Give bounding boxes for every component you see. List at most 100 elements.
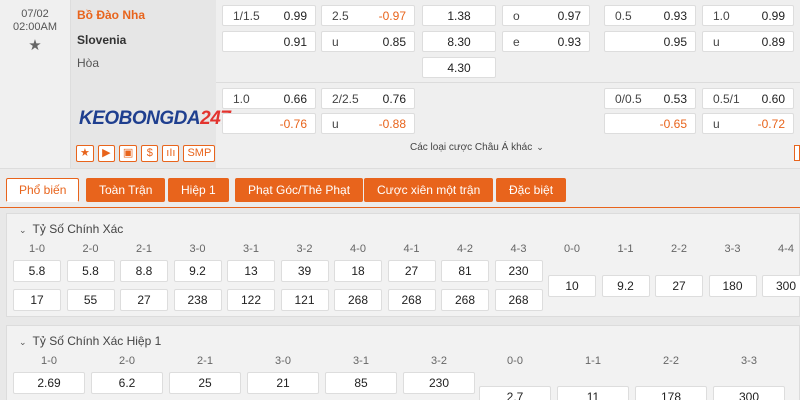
first-half-correct-score-header[interactable]: ⌄ Tỷ Số Chính Xác Hiệp 1 [19, 334, 161, 348]
play-icon[interactable]: ▶ [97, 145, 115, 162]
chevron-down-icon: ⌄ [19, 337, 27, 347]
handicap-home-cell[interactable]: 1/1.5 0.99 [222, 5, 316, 26]
more-asian-bets-toggle[interactable]: Các loại cược Châu Á khác ⌄ [410, 142, 544, 153]
chevron-down-icon: ⌄ [536, 142, 544, 152]
score-label: 1-0 [29, 243, 45, 255]
score-odds-away[interactable]: 268 [494, 289, 543, 311]
alt-handicap-home-cell[interactable]: 1.0 0.66 [222, 88, 316, 109]
score-label: 3-2 [431, 355, 447, 367]
handicap-away-cell[interactable]: 0.91 [222, 31, 316, 52]
alt-under-cell[interactable]: u -0.88 [321, 113, 415, 134]
stats-icon[interactable]: ıIı [162, 145, 180, 162]
away-team-name[interactable]: Slovenia [77, 33, 126, 47]
score-odds-away[interactable]: 121 [280, 289, 329, 311]
score-odds-home[interactable]: 81 [441, 260, 489, 282]
1x2-away-cell[interactable]: 8.30 [422, 31, 496, 52]
score-odds-home[interactable]: 6.2 [91, 372, 163, 394]
dollar-icon[interactable]: $ [141, 145, 159, 162]
score-label: 2-0 [119, 355, 135, 367]
score-odds-away[interactable]: 55 [66, 289, 115, 311]
score-odds-home[interactable]: 9.2 [173, 260, 222, 282]
draw-score-odds[interactable]: 178 [635, 386, 707, 400]
draw-score-odds[interactable]: 300 [762, 275, 800, 297]
draw-score-label: 1-1 [585, 355, 601, 367]
score-label: 3-0 [189, 243, 206, 255]
score-odds-home[interactable]: 230 [403, 372, 475, 394]
first-half-handicap-away-cell[interactable]: 0.95 [604, 31, 696, 52]
score-odds-away[interactable]: 238 [173, 289, 222, 311]
favorite-star-icon[interactable]: ★ [0, 38, 70, 54]
draw-score-odds[interactable]: 300 [713, 386, 785, 400]
edge-button[interactable] [794, 145, 800, 161]
alt-first-half-under-cell[interactable]: u -0.72 [702, 113, 794, 134]
1x2-home-cell[interactable]: 1.38 [422, 5, 496, 26]
chevron-down-icon: ⌄ [19, 225, 27, 235]
star-icon[interactable]: ★ [76, 145, 94, 162]
score-odds-home[interactable]: 21 [247, 372, 319, 394]
draw-score-label: 2-2 [671, 243, 687, 255]
tab-same-game-parlay[interactable]: Cược xiên một trận [364, 178, 494, 202]
score-odds-home[interactable]: 8.8 [120, 260, 168, 282]
tv-icon[interactable]: ▣ [118, 145, 138, 162]
match-date: 07/02 [21, 8, 49, 20]
even-cell[interactable]: e 0.93 [502, 31, 590, 52]
draw-score-odds[interactable]: 180 [708, 275, 757, 297]
score-label: 4-0 [350, 243, 366, 255]
over-under-over-cell[interactable]: 2.5 -0.97 [321, 5, 415, 26]
draw-score-odds[interactable]: 9.2 [601, 275, 650, 297]
over-under-under-cell[interactable]: u 0.85 [321, 31, 415, 52]
draw-score-label: 0-0 [564, 243, 580, 255]
draw-score-label: 4-4 [778, 243, 794, 255]
score-label: 3-1 [243, 243, 259, 255]
draw-score-label: 3-3 [724, 243, 741, 255]
draw-score-odds[interactable]: 27 [655, 275, 703, 297]
score-odds-home[interactable]: 230 [494, 260, 543, 282]
alt-first-half-over-cell[interactable]: 0.5/1 0.60 [702, 88, 794, 109]
score-odds-home[interactable]: 25 [169, 372, 241, 394]
tab-special[interactable]: Đặc biệt [496, 178, 567, 202]
score-odds-away[interactable]: 268 [334, 289, 382, 311]
odd-cell[interactable]: o 0.97 [502, 5, 590, 26]
score-label: 2-1 [197, 355, 213, 367]
score-odds-home[interactable]: 18 [334, 260, 382, 282]
score-label: 3-0 [275, 355, 291, 367]
tab-full-match[interactable]: Toàn Trận [86, 178, 166, 202]
score-odds-away[interactable]: 268 [387, 289, 436, 311]
score-odds-home[interactable]: 13 [227, 260, 275, 282]
correct-score-header[interactable]: ⌄ Tỷ Số Chính Xác [19, 222, 123, 236]
tabs-underline [0, 207, 800, 208]
draw-score-odds[interactable]: 11 [557, 386, 629, 400]
score-odds-away[interactable]: 268 [441, 289, 489, 311]
score-label: 2-1 [136, 243, 152, 255]
alt-handicap-away-cell[interactable]: -0.76 [222, 113, 316, 134]
1x2-draw-cell[interactable]: 4.30 [422, 57, 496, 78]
tab-popular[interactable]: Phổ biến [6, 178, 80, 202]
match-block: 07/02 02:00AM ★ Bồ Đào Nha Slovenia Hòa … [0, 0, 800, 168]
score-odds-home[interactable]: 5.8 [66, 260, 115, 282]
score-odds-away[interactable]: 17 [13, 289, 61, 311]
score-odds-away[interactable]: 27 [120, 289, 168, 311]
first-half-handicap-home-cell[interactable]: 0.5 0.93 [604, 5, 696, 26]
smp-label[interactable]: SMP [183, 145, 216, 162]
first-half-correct-score-section: ⌄ Tỷ Số Chính Xác Hiệp 1 1-0 2.69 2-0 6.2 2-1… [6, 325, 800, 400]
teams-column: Bồ Đào Nha Slovenia Hòa KEOBONGDA247 [70, 0, 231, 168]
draw-score-odds[interactable]: 10 [548, 275, 596, 297]
score-odds-home[interactable]: 39 [280, 260, 329, 282]
tab-corners-cards[interactable]: Phạt Góc/Thẻ Phạt [235, 178, 364, 202]
score-odds-home[interactable]: 2.69 [13, 372, 85, 394]
home-team-name[interactable]: Bồ Đào Nha [77, 8, 145, 22]
score-odds-home[interactable]: 27 [387, 260, 436, 282]
score-odds-home[interactable]: 5.8 [13, 260, 61, 282]
first-half-over-cell[interactable]: 1.0 0.99 [702, 5, 794, 26]
score-odds-away[interactable]: 122 [227, 289, 275, 311]
alt-over-cell[interactable]: 2/2.5 0.76 [321, 88, 415, 109]
score-label: 3-1 [353, 355, 369, 367]
draw-score-label: 1-1 [617, 243, 634, 255]
alt-first-half-handicap-home-cell[interactable]: 0/0.5 0.53 [604, 88, 696, 109]
alt-first-half-handicap-away-cell[interactable]: -0.65 [604, 113, 696, 134]
draw-score-label: 0-0 [507, 355, 523, 367]
tab-first-half[interactable]: Hiệp 1 [168, 178, 229, 202]
first-half-under-cell[interactable]: u 0.89 [702, 31, 794, 52]
draw-score-odds[interactable]: 2.7 [479, 386, 551, 400]
score-odds-home[interactable]: 85 [325, 372, 397, 394]
